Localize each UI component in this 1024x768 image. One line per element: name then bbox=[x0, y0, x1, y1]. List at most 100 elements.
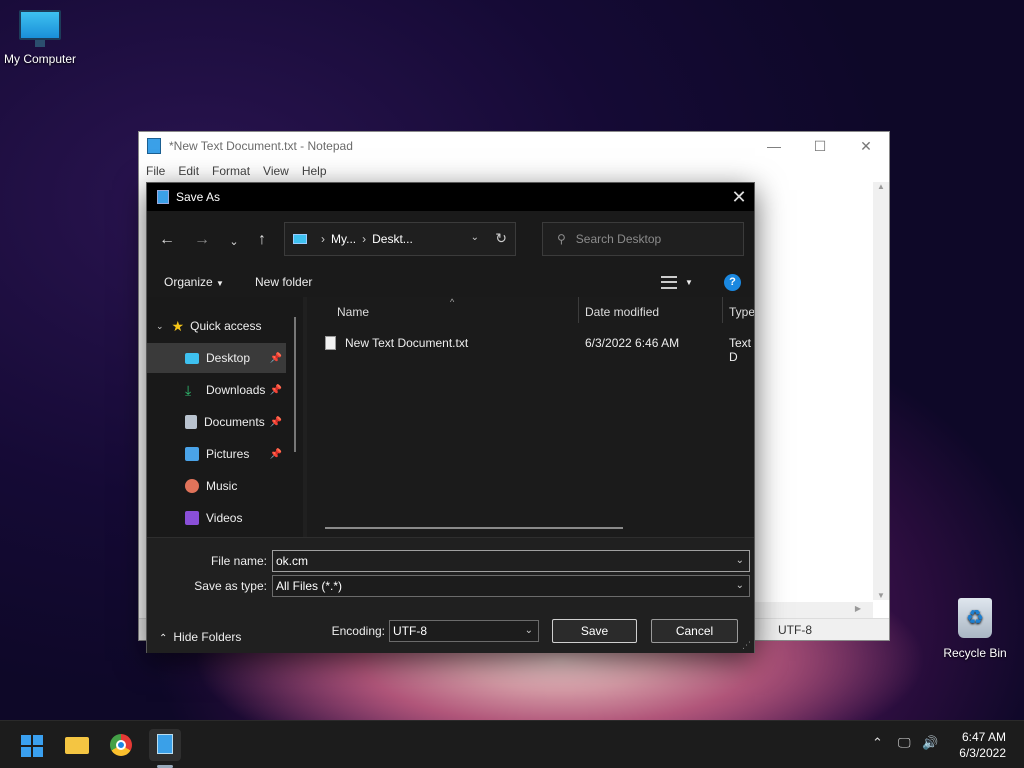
column-header-type[interactable]: Type bbox=[729, 305, 754, 319]
refresh-icon[interactable]: ↻ bbox=[495, 230, 507, 247]
sidebar-scrollbar[interactable] bbox=[294, 317, 296, 452]
sidebar-item-label: Documents bbox=[204, 415, 265, 429]
sort-ascending-icon: ^ bbox=[450, 297, 455, 307]
save-as-type-select[interactable]: All Files (*.*) ⌄ bbox=[272, 575, 750, 597]
save-as-dialog: Save As ✕ ← → ⌄ ↑ › My... › Deskt... ⌄ ↻… bbox=[146, 182, 755, 653]
sidebar-item-label: Music bbox=[206, 479, 238, 493]
notepad-vertical-scrollbar[interactable]: ▲ ▼ bbox=[873, 182, 889, 600]
pin-icon[interactable]: 📌 bbox=[270, 385, 282, 396]
sidebar-item-label: Pictures bbox=[206, 447, 250, 461]
dialog-titlebar[interactable]: Save As ✕ bbox=[147, 183, 754, 211]
maximize-icon[interactable]: ☐ bbox=[797, 138, 843, 155]
file-name: New Text Document.txt bbox=[345, 336, 469, 350]
organize-button[interactable]: Organize ▼ bbox=[164, 275, 224, 289]
notepad-taskbar-icon[interactable] bbox=[149, 729, 181, 761]
column-header-name[interactable]: Name bbox=[337, 305, 369, 319]
notepad-titlebar[interactable]: *New Text Document.txt - Notepad — ☐ ✕ bbox=[139, 132, 889, 160]
search-icon: ⚲ bbox=[557, 232, 566, 246]
scroll-up-icon[interactable]: ▲ bbox=[873, 182, 889, 191]
status-encoding: UTF-8 bbox=[778, 623, 812, 637]
navigation-bar: ← → ⌄ ↑ › My... › Deskt... ⌄ ↻ ⚲ bbox=[147, 211, 754, 267]
menu-file[interactable]: File bbox=[146, 164, 165, 178]
recent-locations-chevron-icon[interactable]: ⌄ bbox=[224, 235, 244, 248]
minimize-icon[interactable]: — bbox=[751, 138, 797, 155]
address-bar[interactable]: › My... › Deskt... ⌄ ↻ bbox=[284, 222, 516, 256]
chevron-down-icon[interactable]: ⌄ bbox=[736, 576, 744, 596]
view-options-icon[interactable] bbox=[661, 276, 677, 289]
hide-folders-button[interactable]: ⌃ Hide Folders bbox=[159, 630, 241, 644]
folder-icon bbox=[65, 737, 89, 754]
sidebar-item-label: Downloads bbox=[206, 383, 266, 397]
sidebar-item-label: Videos bbox=[206, 511, 243, 525]
view-dropdown-icon[interactable]: ▼ bbox=[685, 278, 693, 287]
sidebar-item-downloads[interactable]: ⤓ Downloads 📌 bbox=[147, 375, 286, 405]
scroll-right-icon[interactable]: ▶ bbox=[855, 604, 861, 613]
column-divider[interactable] bbox=[578, 297, 579, 323]
chevron-down-icon[interactable]: ⌄ bbox=[156, 321, 164, 332]
cancel-button[interactable]: Cancel bbox=[651, 619, 738, 643]
sidebar-item-music[interactable]: Music bbox=[147, 471, 286, 501]
chevron-right-icon[interactable]: › bbox=[362, 232, 366, 246]
up-arrow-icon[interactable]: ↑ bbox=[252, 231, 272, 249]
file-row[interactable]: New Text Document.txt 6/3/2022 6:46 AM T… bbox=[325, 335, 754, 364]
sidebar-item-label: Quick access bbox=[190, 319, 262, 333]
chevron-down-icon[interactable]: ⌄ bbox=[525, 621, 533, 641]
file-date: 6/3/2022 6:46 AM bbox=[585, 336, 680, 350]
encoding-label: Encoding: bbox=[331, 624, 385, 638]
menu-edit[interactable]: Edit bbox=[178, 164, 199, 178]
forward-arrow-icon[interactable]: → bbox=[192, 231, 212, 249]
breadcrumb-desktop[interactable]: Deskt... bbox=[372, 232, 413, 246]
my-computer-label: My Computer bbox=[3, 52, 77, 66]
show-hidden-icons-chevron-icon[interactable]: ⌃ bbox=[872, 735, 883, 751]
menu-format[interactable]: Format bbox=[212, 164, 250, 178]
sidebar-item-desktop[interactable]: Desktop 📌 bbox=[147, 343, 286, 373]
notepad-horizontal-scrollbar[interactable]: ▶ bbox=[755, 602, 873, 618]
pin-icon[interactable]: 📌 bbox=[270, 353, 282, 364]
column-header-date-modified[interactable]: Date modified bbox=[585, 305, 659, 319]
chevron-up-icon: ⌃ bbox=[159, 633, 168, 644]
save-as-type-label: Save as type: bbox=[194, 579, 267, 593]
sidebar-item-documents[interactable]: Documents 📌 bbox=[147, 407, 286, 437]
chevron-down-icon[interactable]: ⌄ bbox=[736, 551, 744, 571]
scroll-down-icon[interactable]: ▼ bbox=[873, 591, 889, 600]
column-divider[interactable] bbox=[722, 297, 723, 323]
file-name-field[interactable]: ok.cm ⌄ bbox=[272, 550, 750, 572]
menu-view[interactable]: View bbox=[263, 164, 289, 178]
start-windows-icon[interactable] bbox=[21, 735, 43, 757]
close-icon[interactable]: ✕ bbox=[724, 187, 754, 208]
address-dropdown-icon[interactable]: ⌄ bbox=[471, 232, 479, 243]
notepad-icon bbox=[157, 734, 173, 754]
file-list-horizontal-scrollbar[interactable] bbox=[325, 527, 623, 529]
pin-icon[interactable]: 📌 bbox=[270, 417, 282, 428]
close-icon[interactable]: ✕ bbox=[843, 138, 889, 155]
resize-grip-icon[interactable]: ⋰ bbox=[742, 640, 751, 651]
system-clock[interactable]: 6:47 AM 6/3/2022 bbox=[959, 729, 1006, 761]
sidebar-item-pictures[interactable]: Pictures 📌 bbox=[147, 439, 286, 469]
encoding-value: UTF-8 bbox=[393, 624, 427, 638]
hide-folders-label: Hide Folders bbox=[173, 630, 242, 644]
search-input[interactable] bbox=[575, 232, 726, 246]
recycle-bin-desktop-icon[interactable]: ♻ Recycle Bin bbox=[935, 598, 1015, 660]
recycle-bin-label: Recycle Bin bbox=[943, 646, 1007, 660]
search-box[interactable]: ⚲ bbox=[542, 222, 744, 256]
chrome-taskbar-icon[interactable] bbox=[105, 729, 137, 761]
encoding-select[interactable]: UTF-8 ⌄ bbox=[389, 620, 539, 642]
menu-help[interactable]: Help bbox=[302, 164, 327, 178]
help-icon[interactable]: ? bbox=[724, 274, 741, 291]
chevron-right-icon[interactable]: › bbox=[321, 232, 325, 246]
network-icon[interactable]: 🖵 bbox=[898, 735, 911, 751]
text-file-icon bbox=[325, 336, 336, 350]
save-button[interactable]: Save bbox=[552, 619, 637, 643]
sidebar-item-quick-access[interactable]: ⌄ ★ Quick access bbox=[147, 311, 286, 341]
file-list: ^ Name Date modified Type New Text Docum… bbox=[307, 297, 754, 537]
dialog-toolbar: Organize ▼ New folder ▼ ? bbox=[147, 267, 754, 297]
breadcrumb-my-computer[interactable]: My... bbox=[331, 232, 356, 246]
pin-icon[interactable]: 📌 bbox=[270, 449, 282, 460]
back-arrow-icon[interactable]: ← bbox=[157, 231, 177, 249]
volume-icon[interactable]: 🔊 bbox=[922, 735, 938, 751]
my-computer-desktop-icon[interactable]: My Computer bbox=[0, 10, 80, 66]
sidebar-item-videos[interactable]: Videos bbox=[147, 503, 286, 533]
file-type: Text D bbox=[729, 336, 752, 364]
new-folder-button[interactable]: New folder bbox=[255, 275, 312, 289]
file-explorer-taskbar-icon[interactable] bbox=[61, 729, 93, 761]
